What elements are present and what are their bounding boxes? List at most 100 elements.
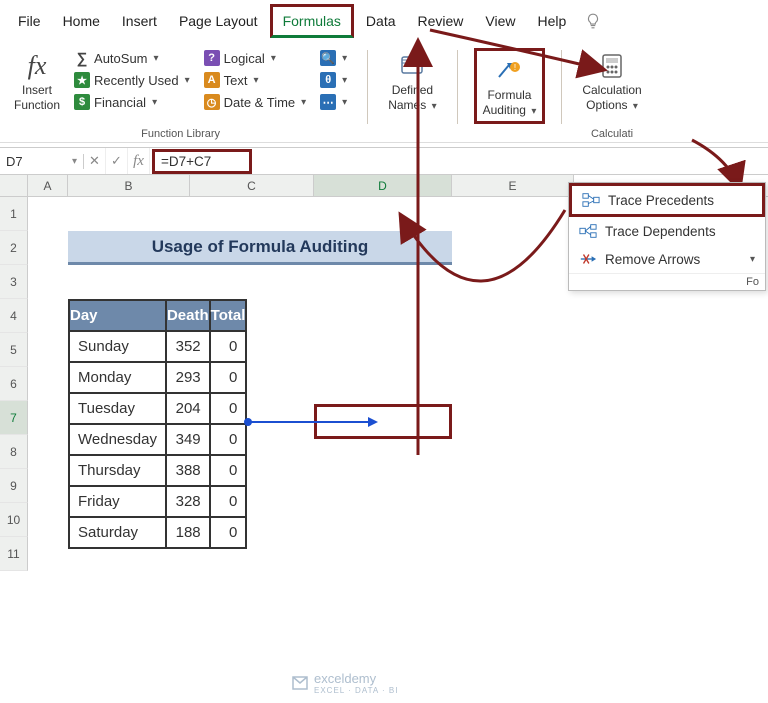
col-header-c[interactable]: C	[190, 175, 314, 196]
col-header-a[interactable]: A	[28, 175, 68, 196]
calculation-options-button[interactable]: Calculation Options ▾	[578, 48, 645, 114]
chevron-down-icon: ▾	[152, 97, 157, 108]
row-header-9[interactable]: 9	[0, 469, 28, 503]
formula-auditing-icon: !	[495, 59, 523, 83]
remove-arrows-item[interactable]: Remove Arrows ▾	[569, 245, 765, 273]
row-header-1[interactable]: 1	[0, 197, 28, 231]
header-death: Death	[166, 300, 210, 331]
text-button[interactable]: AText▾	[200, 70, 311, 90]
dropdown-footer: Fo	[569, 273, 765, 290]
table-row[interactable]: Saturday1880	[69, 517, 246, 548]
row-header-4[interactable]: 4	[0, 299, 28, 333]
table-row[interactable]: Thursday3880	[69, 455, 246, 486]
menu-home[interactable]: Home	[53, 7, 110, 35]
ribbon: fx Insert Function ∑AutoSum▾ ★Recently U…	[0, 42, 768, 143]
chevron-down-icon: ▾	[301, 97, 306, 108]
sheet-title: Usage of Formula Auditing	[68, 231, 452, 265]
trace-dependents-icon	[579, 223, 597, 239]
row-header-5[interactable]: 5	[0, 333, 28, 367]
logical-button[interactable]: ?Logical▾	[200, 48, 311, 68]
table-row[interactable]: Friday3280	[69, 486, 246, 517]
function-library-label: Function Library	[141, 124, 220, 142]
math-button[interactable]: θ▾	[316, 70, 351, 90]
defined-names-label-2: Names ▾	[388, 99, 436, 112]
formula-bar: D7 ▾ ✕ ✓ fx =D7+C7	[0, 147, 768, 175]
row-header-11[interactable]: 11	[0, 537, 28, 571]
menu-insert[interactable]: Insert	[112, 7, 167, 35]
recently-used-button[interactable]: ★Recently Used▾	[70, 70, 194, 90]
menu-file[interactable]: File	[8, 7, 51, 35]
chevron-down-icon: ▾	[185, 75, 190, 86]
menu-data[interactable]: Data	[356, 7, 406, 35]
trace-precedent-arrowhead	[368, 417, 378, 427]
trace-dependents-item[interactable]: Trace Dependents	[569, 217, 765, 245]
defined-names-icon	[399, 53, 425, 79]
calc-options-label-2: Options ▾	[586, 99, 638, 112]
formula-auditing-dropdown: Trace Precedents Trace Dependents Remove…	[568, 182, 766, 291]
autosum-label: AutoSum	[94, 51, 147, 66]
tell-me-icon[interactable]	[584, 12, 602, 30]
col-header-d[interactable]: D	[314, 175, 452, 196]
menu-formulas[interactable]: Formulas	[270, 4, 354, 38]
date-time-button[interactable]: ◷Date & Time▾	[200, 92, 311, 112]
accept-formula-button[interactable]: ✓	[106, 148, 128, 174]
watermark-brand: exceldemy	[314, 671, 376, 686]
group-formula-auditing: ! Formula Auditing ▾	[468, 48, 552, 142]
menu-bar: File Home Insert Page Layout Formulas Da…	[0, 0, 768, 42]
logical-label: Logical	[224, 51, 265, 66]
more-functions-button[interactable]: ⋯▾	[316, 92, 351, 112]
row-header-8[interactable]: 8	[0, 435, 28, 469]
trace-precedents-label: Trace Precedents	[608, 193, 714, 208]
chevron-down-icon: ▾	[72, 156, 77, 167]
recently-used-label: Recently Used	[94, 73, 179, 88]
remove-arrows-icon	[579, 251, 597, 267]
fx-button[interactable]: fx	[128, 148, 150, 174]
trace-precedent-line	[248, 421, 368, 423]
chevron-down-icon: ▾	[342, 97, 347, 108]
financial-button[interactable]: $Financial▾	[70, 92, 194, 112]
row-header-10[interactable]: 10	[0, 503, 28, 537]
formula-auditing-button[interactable]: ! Formula Auditing ▾	[474, 48, 546, 124]
row-header-3[interactable]: 3	[0, 265, 28, 299]
menu-page-layout[interactable]: Page Layout	[169, 7, 268, 35]
autosum-button[interactable]: ∑AutoSum▾	[70, 48, 194, 68]
trace-precedents-item[interactable]: Trace Precedents	[569, 183, 765, 217]
name-box[interactable]: D7 ▾	[0, 154, 84, 169]
formula-auditing-label-1: Formula	[487, 89, 531, 102]
menu-view[interactable]: View	[475, 7, 525, 35]
table-row[interactable]: Wednesday3490	[69, 424, 246, 455]
defined-names-label-1: Defined	[392, 84, 433, 97]
menu-review[interactable]: Review	[408, 7, 474, 35]
calculator-icon	[599, 53, 625, 79]
fx-icon: fx	[133, 153, 144, 170]
row-header-2[interactable]: 2	[0, 231, 28, 265]
lookup-button[interactable]: 🔍▾	[316, 48, 351, 68]
data-table: Day Death Total Sunday3520 Monday2930 Tu…	[68, 299, 247, 549]
table-row[interactable]: Monday2930	[69, 362, 246, 393]
row-header-7[interactable]: 7	[0, 401, 28, 435]
chevron-down-icon: ▾	[253, 75, 258, 86]
fx-icon: fx	[28, 52, 47, 81]
calc-options-label-1: Calculation	[582, 84, 641, 97]
table-row[interactable]: Tuesday2040	[69, 393, 246, 424]
group-defined-names: Defined Names ▾	[378, 48, 446, 142]
row-header-6[interactable]: 6	[0, 367, 28, 401]
defined-names-button[interactable]: Defined Names ▾	[384, 48, 440, 114]
formula-input[interactable]: =D7+C7	[152, 149, 252, 174]
col-header-b[interactable]: B	[68, 175, 190, 196]
chevron-down-icon: ▾	[154, 53, 159, 64]
cancel-formula-button[interactable]: ✕	[84, 148, 106, 174]
chevron-down-icon: ▾	[271, 53, 276, 64]
watermark-icon	[290, 673, 310, 693]
select-all-corner[interactable]	[0, 175, 28, 196]
formula-auditing-label-2: Auditing ▾	[483, 104, 537, 117]
trace-dependents-label: Trace Dependents	[605, 224, 716, 239]
table-row[interactable]: Sunday3520	[69, 331, 246, 362]
insert-function-button[interactable]: fx Insert Function	[10, 48, 64, 114]
remove-arrows-label: Remove Arrows	[605, 252, 700, 267]
group-calculation: Calculation Options ▾ Calculati	[572, 48, 651, 142]
trace-precedents-icon	[582, 192, 600, 208]
header-day: Day	[69, 300, 166, 331]
col-header-e[interactable]: E	[452, 175, 574, 196]
menu-help[interactable]: Help	[528, 7, 577, 35]
